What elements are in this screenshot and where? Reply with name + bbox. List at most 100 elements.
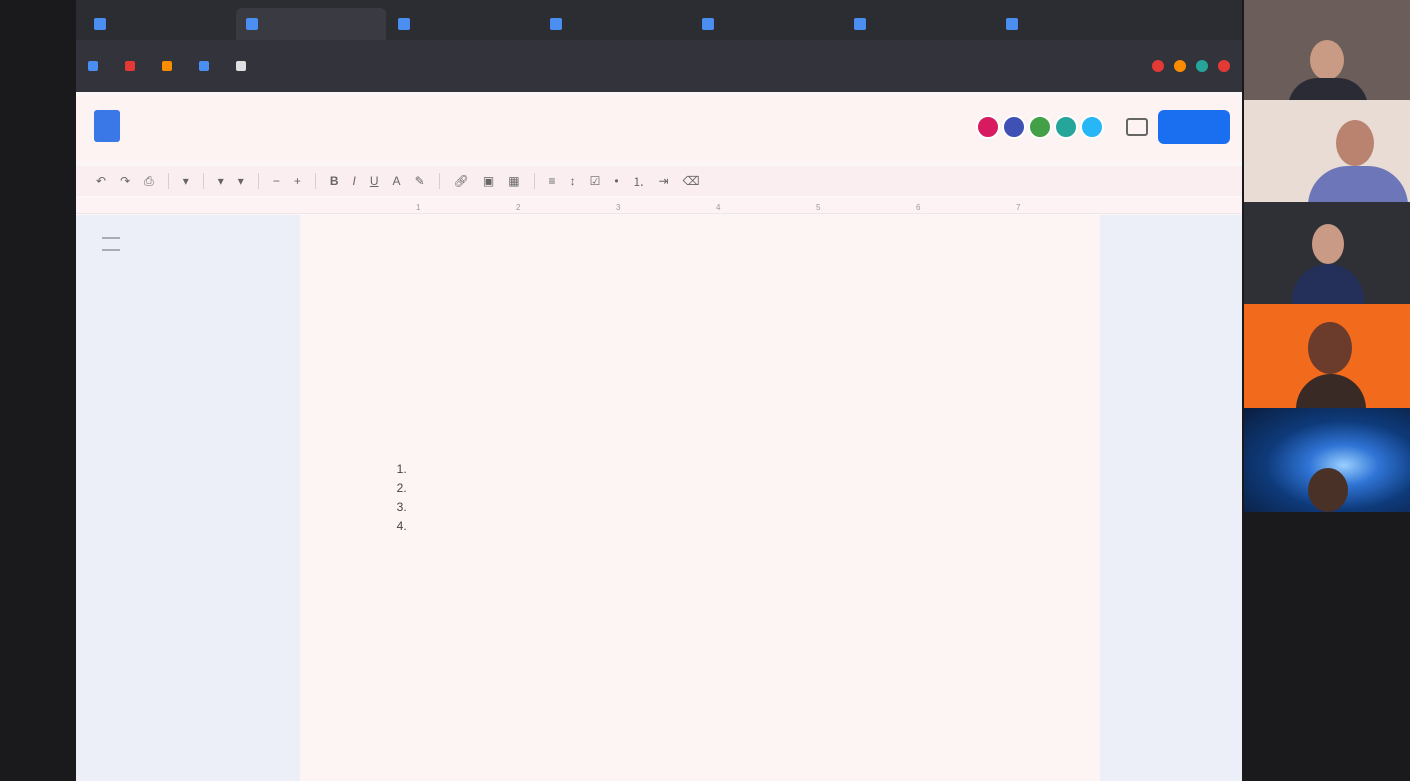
- share-button[interactable]: [1158, 110, 1230, 144]
- ruler: 1 2 3 4 5 6 7: [76, 198, 1242, 214]
- document-canvas: [76, 215, 1242, 781]
- ruler-tick: 6: [916, 203, 921, 212]
- participant-face: [1310, 40, 1344, 80]
- undo-icon[interactable]: ↶: [96, 174, 106, 188]
- bold-icon[interactable]: B: [330, 174, 339, 188]
- indent-icon[interactable]: ⇥: [659, 174, 669, 188]
- line-spacing-icon[interactable]: ↕: [570, 174, 576, 188]
- browser-tab[interactable]: [84, 8, 234, 40]
- tab-favicon-icon: [398, 18, 410, 30]
- participant-tile[interactable]: [1244, 408, 1410, 512]
- bookmark-favicon-icon: [162, 61, 172, 71]
- participant-tile[interactable]: [1244, 202, 1410, 304]
- link-icon[interactable]: 🔗︎: [454, 174, 469, 188]
- participant-face: [1308, 468, 1348, 512]
- font-size-decrease-icon[interactable]: −: [273, 174, 280, 188]
- toolbar-divider: [202, 173, 204, 189]
- docs-logo-icon[interactable]: [94, 110, 120, 142]
- bulleted-list-icon[interactable]: •: [614, 174, 618, 188]
- list-item[interactable]: [410, 461, 980, 478]
- list-item[interactable]: [410, 518, 980, 535]
- toolbar-divider: [533, 173, 535, 189]
- bookmark-item[interactable]: [88, 61, 103, 71]
- extension-icon[interactable]: [1218, 60, 1230, 72]
- participant-face: [1312, 224, 1344, 264]
- tab-favicon-icon: [1006, 18, 1018, 30]
- collaborator-avatar[interactable]: [976, 115, 1000, 139]
- document-page[interactable]: [300, 215, 1100, 781]
- browser-tab[interactable]: [996, 8, 1146, 40]
- bookmark-item[interactable]: [162, 61, 177, 71]
- participant-face: [1336, 120, 1374, 166]
- document-outline-icon[interactable]: [102, 237, 120, 251]
- bookmark-item[interactable]: [199, 61, 214, 71]
- participant-panel: [1244, 0, 1410, 512]
- browser-tab[interactable]: [844, 8, 994, 40]
- ruler-tick: 7: [1016, 203, 1021, 212]
- align-icon[interactable]: ≡: [549, 174, 556, 188]
- meeting-stage: ↶ ↷ ⎙ ▾ ▾ ▾ − + B I U A ✎ 🔗︎ ▣ ▦ ≡ ↕ ☑ •: [0, 0, 1410, 781]
- extension-icon[interactable]: [1152, 60, 1164, 72]
- bookmark-item[interactable]: [236, 61, 251, 71]
- list-item[interactable]: [410, 499, 980, 516]
- print-icon[interactable]: ⎙: [144, 174, 154, 189]
- comment-add-icon[interactable]: ▣: [483, 174, 494, 188]
- ruler-tick: 1: [416, 203, 421, 212]
- ruler-tick: 4: [716, 203, 721, 212]
- list-item[interactable]: [410, 480, 980, 497]
- highlight-icon[interactable]: ✎: [415, 174, 425, 188]
- ruler-tick: 5: [816, 203, 821, 212]
- bookmark-favicon-icon: [199, 61, 209, 71]
- bookmark-item[interactable]: [125, 61, 140, 71]
- italic-icon[interactable]: I: [353, 174, 356, 188]
- tab-favicon-icon: [94, 18, 106, 30]
- shared-screen: ↶ ↷ ⎙ ▾ ▾ ▾ − + B I U A ✎ 🔗︎ ▣ ▦ ≡ ↕ ☑ •: [76, 0, 1242, 781]
- underline-icon[interactable]: U: [370, 174, 379, 188]
- tab-favicon-icon: [550, 18, 562, 30]
- bookmarks-bar: [76, 40, 1242, 92]
- ruler-tick: 2: [516, 203, 521, 212]
- browser-tab-active[interactable]: [236, 8, 386, 40]
- tab-favicon-icon: [854, 18, 866, 30]
- redo-icon[interactable]: ↷: [120, 174, 130, 188]
- browser-tab-strip: [76, 0, 1242, 40]
- font-size-increase-icon[interactable]: +: [294, 174, 301, 188]
- browser-tab[interactable]: [692, 8, 842, 40]
- extension-icon[interactable]: [1196, 60, 1208, 72]
- participant-tile[interactable]: [1244, 304, 1410, 408]
- extension-icon[interactable]: [1174, 60, 1186, 72]
- tab-favicon-icon: [246, 18, 258, 30]
- numbered-list: [410, 461, 980, 537]
- checklist-icon[interactable]: ☑: [590, 174, 601, 188]
- toolbar-divider: [257, 173, 259, 189]
- participant-tile[interactable]: [1244, 100, 1410, 202]
- browser-tab[interactable]: [540, 8, 690, 40]
- toolbar-divider: [438, 173, 440, 189]
- extension-icons: [1152, 60, 1230, 72]
- style-select[interactable]: ▾: [218, 174, 224, 188]
- collaborator-avatar[interactable]: [1054, 115, 1078, 139]
- docs-header-actions: [976, 110, 1230, 144]
- collaborator-avatar[interactable]: [1080, 115, 1104, 139]
- text-color-icon[interactable]: A: [393, 174, 401, 188]
- bookmark-favicon-icon: [125, 61, 135, 71]
- docs-header: [76, 96, 1242, 162]
- bookmark-favicon-icon: [236, 61, 246, 71]
- toolbar-divider: [314, 173, 316, 189]
- participant-tile[interactable]: [1244, 0, 1410, 100]
- font-select[interactable]: ▾: [238, 174, 244, 188]
- zoom-select[interactable]: ▾: [183, 174, 189, 188]
- comments-icon[interactable]: [1126, 118, 1148, 136]
- browser-tab[interactable]: [388, 8, 538, 40]
- bookmark-favicon-icon: [88, 61, 98, 71]
- formatting-toolbar: ↶ ↷ ⎙ ▾ ▾ ▾ − + B I U A ✎ 🔗︎ ▣ ▦ ≡ ↕ ☑ •: [76, 166, 1242, 196]
- image-icon[interactable]: ▦: [508, 174, 519, 188]
- tab-favicon-icon: [702, 18, 714, 30]
- toolbar-divider: [167, 173, 169, 189]
- collaborator-avatar[interactable]: [1028, 115, 1052, 139]
- ruler-tick: 3: [616, 203, 621, 212]
- clear-format-icon[interactable]: ⌫: [683, 174, 700, 188]
- collaborator-avatar[interactable]: [1002, 115, 1026, 139]
- participant-face: [1308, 322, 1352, 374]
- numbered-list-icon[interactable]: ⒈: [633, 173, 645, 190]
